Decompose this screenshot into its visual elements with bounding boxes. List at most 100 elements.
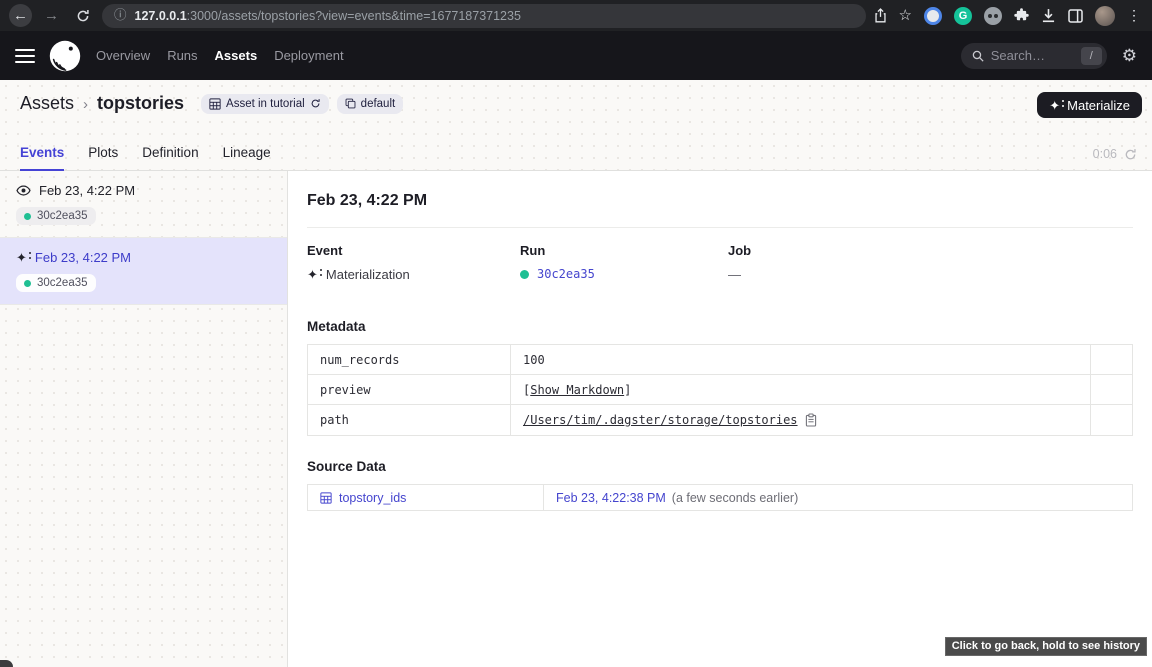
source-asset-name: topstory_ids <box>339 491 406 505</box>
group-label: default <box>361 98 396 110</box>
tab-lineage[interactable]: Lineage <box>223 145 271 171</box>
metadata-value: /Users/tim/.dagster/storage/topstories <box>511 405 1091 435</box>
side-panel-icon[interactable] <box>1068 9 1083 23</box>
browser-menu-icon[interactable]: ⋮ <box>1127 7 1141 24</box>
source-asset-link[interactable]: topstory_ids <box>308 485 544 510</box>
reload-location-icon[interactable] <box>310 98 321 109</box>
site-info-icon[interactable]: ⓘ <box>114 9 127 22</box>
nav-item-deployment[interactable]: Deployment <box>274 48 343 63</box>
browser-profile-avatar[interactable] <box>1095 6 1115 26</box>
group-tag[interactable]: default <box>337 94 404 114</box>
url-text: 127.0.0.1:3000/assets/topstories?view=ev… <box>135 9 521 23</box>
extensions-puzzle-icon[interactable] <box>1014 8 1029 23</box>
nav-item-runs[interactable]: Runs <box>167 48 197 63</box>
refresh-timer: 0:06 <box>1093 147 1137 161</box>
bookmark-icon[interactable]: ☆ <box>899 8 912 23</box>
search-shortcut-badge: / <box>1081 47 1102 65</box>
browser-back-tooltip: Click to go back, hold to see history <box>945 637 1147 656</box>
asset-events-body: Feb 23, 4:22 PM 30c2ea35 ✦ Feb 23, 4:22 … <box>0 171 1152 667</box>
url-path: :3000/assets/topstories?view=events&time… <box>187 9 521 23</box>
source-data-section: Source Data topstory_ids Feb 23, 4:22:38… <box>307 459 1133 511</box>
global-search-input[interactable]: Search… / <box>961 43 1107 69</box>
metadata-extra-cell <box>1091 405 1132 435</box>
event-timestamp: Feb 23, 4:22 PM <box>39 183 135 198</box>
bracket-close: ] <box>624 383 631 397</box>
downloads-icon[interactable] <box>1041 8 1056 23</box>
run-id-link[interactable]: 30c2ea35 <box>537 267 595 281</box>
run-id-label: 30c2ea35 <box>37 210 88 222</box>
app-top-nav: Overview Runs Assets Deployment Search… … <box>0 31 1152 80</box>
metadata-table: num_records 100 preview [ Show Markdown … <box>307 344 1133 436</box>
metadata-key: path <box>308 405 511 435</box>
search-placeholder: Search… <box>991 48 1045 63</box>
run-id-label: 30c2ea35 <box>37 277 88 289</box>
metadata-extra-cell <box>1091 375 1132 404</box>
breadcrumb: Assets › topstories Asset in tutorial <box>0 80 1152 114</box>
run-id-pill[interactable]: 30c2ea35 <box>16 207 96 225</box>
metadata-value: [ Show Markdown ] <box>511 375 1091 404</box>
code-location-tag[interactable]: Asset in tutorial <box>201 94 329 114</box>
path-link[interactable]: /Users/tim/.dagster/storage/topstories <box>523 413 798 427</box>
event-list-item-materialization[interactable]: ✦ Feb 23, 4:22 PM 30c2ea35 <box>0 238 287 305</box>
source-time-note: (a few seconds earlier) <box>672 491 798 505</box>
refresh-countdown: 0:06 <box>1093 147 1117 161</box>
nav-item-assets[interactable]: Assets <box>215 48 258 63</box>
grammarly-extension-icon[interactable]: G <box>954 7 972 25</box>
detail-divider <box>307 227 1133 228</box>
event-type-text: Materialization <box>326 267 410 282</box>
job-column-label: Job <box>728 243 1133 258</box>
code-location-label: Asset in tutorial <box>226 98 305 110</box>
breadcrumb-current-asset: topstories <box>97 93 184 114</box>
browser-action-icons: ☆ G ⋮ <box>874 6 1143 26</box>
bracket-open: [ <box>523 383 530 397</box>
browser-reload-button[interactable] <box>71 4 94 27</box>
event-detail-title: Feb 23, 4:22 PM <box>307 192 1133 210</box>
tab-events[interactable]: Events <box>20 145 64 171</box>
materialize-sparkle-icon: ✦ <box>1049 99 1060 112</box>
run-status-dot <box>24 280 31 287</box>
browser-back-button[interactable]: ← <box>9 4 32 27</box>
event-item-header: Feb 23, 4:22 PM <box>16 183 271 198</box>
nav-item-overview[interactable]: Overview <box>96 48 150 63</box>
clockify-extension-icon[interactable] <box>924 7 942 25</box>
settings-gear-icon[interactable]: ⚙ <box>1122 47 1137 64</box>
metadata-title: Metadata <box>307 319 1133 334</box>
breadcrumb-separator: › <box>83 95 88 113</box>
copy-to-clipboard-icon[interactable] <box>805 413 817 427</box>
breadcrumb-assets-link[interactable]: Assets <box>20 93 74 114</box>
hamburger-menu-icon[interactable] <box>15 49 35 63</box>
source-time-cell: Feb 23, 4:22:38 PM (a few seconds earlie… <box>544 485 798 510</box>
table-row: num_records 100 <box>308 345 1132 375</box>
share-icon[interactable] <box>874 8 887 23</box>
browser-address-bar[interactable]: ⓘ 127.0.0.1:3000/assets/topstories?view=… <box>102 4 866 28</box>
tab-plots[interactable]: Plots <box>88 145 118 171</box>
metadata-section: Metadata num_records 100 preview [ Show … <box>307 319 1133 436</box>
browser-forward-button[interactable]: → <box>40 4 63 27</box>
show-markdown-link[interactable]: Show Markdown <box>530 383 624 397</box>
run-column-label: Run <box>520 243 728 258</box>
metadata-extra-cell <box>1091 345 1132 374</box>
metadata-key: preview <box>308 375 511 404</box>
observation-eye-icon <box>16 183 31 198</box>
goggles-extension-icon[interactable] <box>984 7 1002 25</box>
materialization-sparkle-icon: ✦ <box>16 251 27 264</box>
source-time-link[interactable]: Feb 23, 4:22:38 PM <box>556 491 666 505</box>
event-list-sidebar: Feb 23, 4:22 PM 30c2ea35 ✦ Feb 23, 4:22 … <box>0 171 288 667</box>
materialize-button[interactable]: ✦ Materialize <box>1037 92 1142 118</box>
source-data-title: Source Data <box>307 459 1133 474</box>
event-timestamp: Feb 23, 4:22 PM <box>35 250 131 265</box>
asset-tags: Asset in tutorial default <box>201 94 403 114</box>
event-column: Event ✦ Materialization <box>307 243 520 282</box>
run-id-pill[interactable]: 30c2ea35 <box>16 274 96 292</box>
table-row: path /Users/tim/.dagster/storage/topstor… <box>308 405 1132 435</box>
event-item-header: ✦ Feb 23, 4:22 PM <box>16 250 271 265</box>
table-row: preview [ Show Markdown ] <box>308 375 1132 405</box>
metadata-value-text: 100 <box>523 353 545 367</box>
metadata-value: 100 <box>511 345 1091 374</box>
tab-definition[interactable]: Definition <box>142 145 198 171</box>
refresh-icon[interactable] <box>1124 148 1137 161</box>
event-list-item-observation[interactable]: Feb 23, 4:22 PM 30c2ea35 <box>0 171 287 238</box>
run-status-dot <box>520 270 529 279</box>
event-summary-columns: Event ✦ Materialization Run 30c2ea35 Job… <box>307 243 1133 282</box>
dagster-logo[interactable] <box>48 39 82 73</box>
